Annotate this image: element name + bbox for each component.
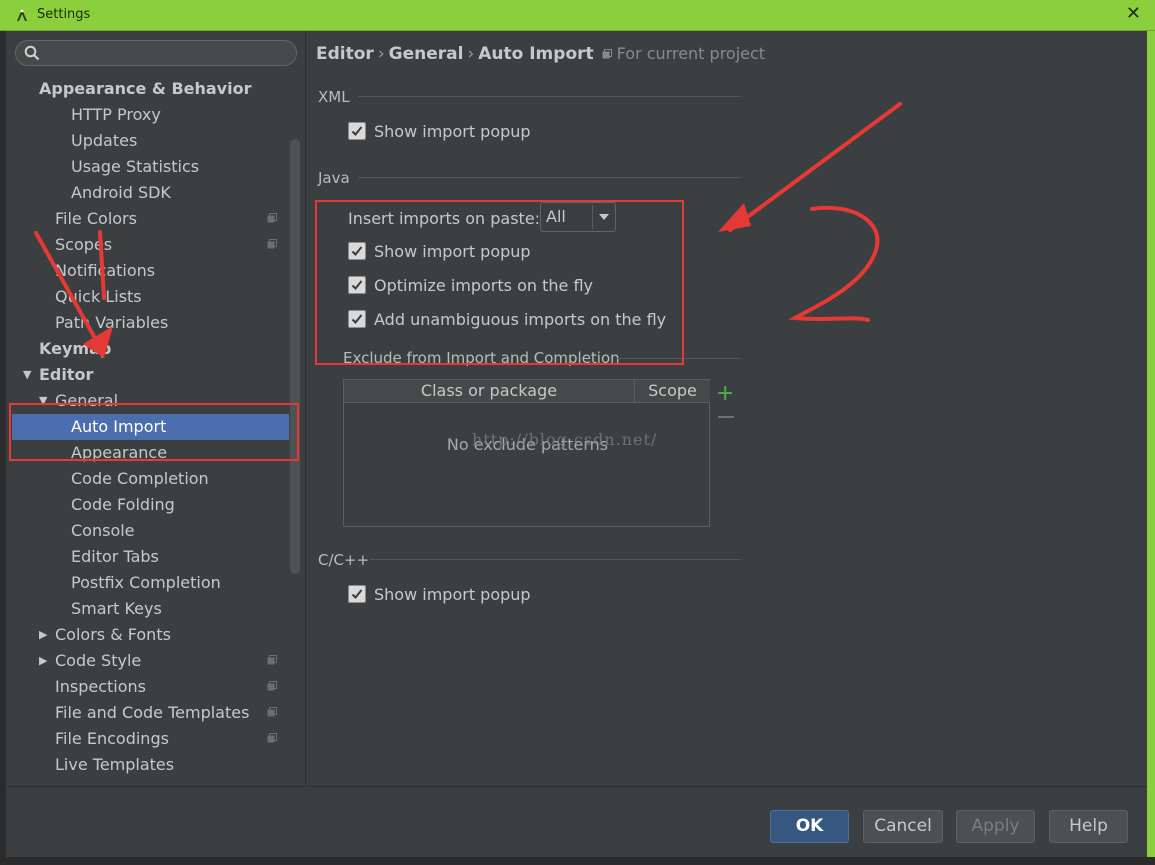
annotation-arrows: 2 (34, 102, 902, 358)
arrow-line-vertical (98, 230, 106, 300)
arrow-head-left-icon (83, 326, 113, 358)
arrow-head-right-icon (718, 203, 751, 232)
arrow-line-to-java-box (728, 102, 902, 232)
annotation-digit-two (788, 205, 880, 322)
arrow-line-diagonal (34, 231, 98, 342)
